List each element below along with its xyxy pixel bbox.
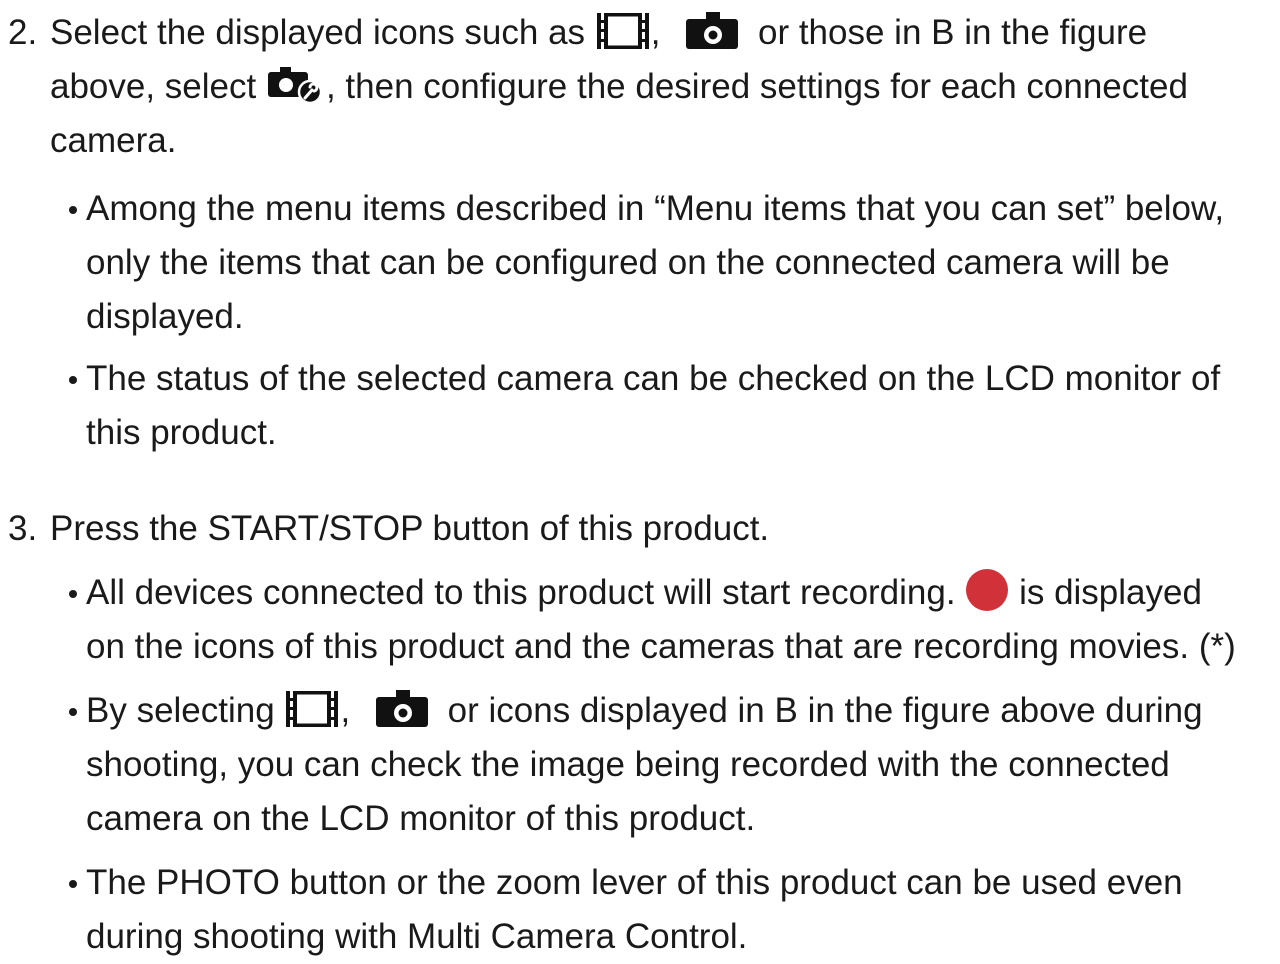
list-item: Among the menu items described in “Menu …	[69, 182, 1276, 344]
step-2-line-2: above, select , then configure the desir…	[50, 60, 1273, 114]
step-2-separator: ,	[650, 13, 661, 52]
list-item: The PHOTO button or the zoom lever of th…	[69, 856, 1276, 964]
list-item: The status of the selected camera can be…	[69, 352, 1276, 460]
movie-film-icon	[595, 12, 651, 50]
step-2-body: Select the displayed icons such as , or …	[50, 6, 1273, 168]
step-2-line2-a: above, select	[50, 67, 257, 106]
camera-icon	[684, 10, 740, 50]
list-item: All devices connected to this product wi…	[69, 566, 1276, 674]
camera-icon	[374, 688, 430, 728]
step-2-line-1: Select the displayed icons such as , or …	[50, 6, 1273, 60]
step-2: 2. Select the displayed icons such as , …	[8, 6, 1273, 168]
step-2-text-b: or those in B in the figure	[757, 13, 1148, 52]
movie-film-icon	[284, 690, 340, 728]
record-dot-icon	[965, 568, 1009, 612]
camera-settings-icon	[266, 64, 326, 104]
step-2-line-3: camera.	[50, 121, 177, 160]
step-3: 3. Press the START/STOP button of this p…	[8, 502, 1273, 556]
step-2-text-a: Select the displayed icons such as	[50, 13, 586, 52]
step-3-number: 3.	[8, 509, 38, 548]
step-2-number: 2.	[8, 13, 38, 52]
list-item: By selecting , or icons displayed in B i…	[69, 684, 1276, 846]
step-2-line2-b: , then configure the desired settings fo…	[325, 67, 1188, 106]
step-3-text: Press the START/STOP button of this prod…	[50, 509, 770, 548]
